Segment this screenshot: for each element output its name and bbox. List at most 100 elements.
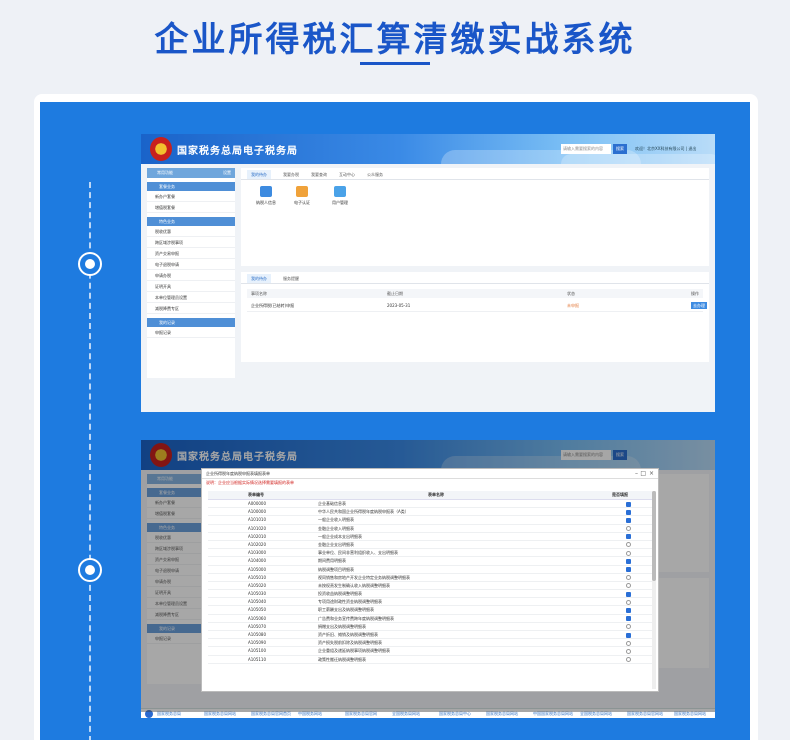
- form-code: A101010: [248, 517, 267, 523]
- checked-checkbox[interactable]: [626, 517, 631, 523]
- sidebar-group[interactable]: 套餐业务: [147, 182, 235, 191]
- sidebar-group[interactable]: 特色业务: [147, 217, 235, 226]
- form-code: A101020: [248, 525, 267, 531]
- unchecked-radio[interactable]: [626, 624, 631, 630]
- form-name: 金融企业收入明细表: [318, 525, 354, 531]
- tab-my-todo[interactable]: 我的待办: [247, 274, 271, 283]
- checked-checkbox[interactable]: [626, 616, 631, 622]
- tab-interact[interactable]: 互动中心: [335, 170, 359, 179]
- portal-screenshot-home: 国家税务总局电子税务局 请输入需要搜索的内容 搜索 欢迎！北京XX科技有限公司 …: [141, 134, 715, 412]
- form-select-dialog: 企业所得税年度纳税申报表填报表单 – □ × 说明：企业应当根据实际情况选择需要…: [201, 468, 659, 692]
- app-user-management[interactable]: 用户管理: [325, 186, 355, 206]
- timeline-dot-1: [78, 252, 102, 276]
- checked-checkbox[interactable]: [626, 558, 631, 564]
- sidebar-item[interactable]: 电子退税申请: [147, 259, 235, 270]
- table-row: A102010 一般企业成本支出明细表: [208, 533, 652, 541]
- sidebar-item[interactable]: 本单位管理员设置: [147, 292, 235, 303]
- form-name: 纳税调整项目明细表: [318, 566, 354, 572]
- search-button[interactable]: 搜索: [613, 144, 627, 154]
- form-name: 一般企业成本支出明细表: [318, 533, 362, 539]
- form-code: A105090: [248, 640, 267, 646]
- sidebar-item[interactable]: 资产交易申报: [147, 248, 235, 259]
- form-code: A105070: [248, 623, 267, 629]
- tab-handle[interactable]: 我要办税: [279, 170, 303, 179]
- form-name: 期间费用明细表: [318, 558, 346, 564]
- search-button[interactable]: 搜索: [613, 450, 627, 460]
- sidebar-item[interactable]: 增值税套餐: [147, 202, 235, 213]
- form-name: 政策性搬迁纳税调整明细表: [318, 656, 366, 662]
- form-code: A105080: [248, 632, 267, 637]
- tax-emblem-icon: [150, 137, 172, 161]
- checked-checkbox[interactable]: [626, 509, 631, 515]
- checked-checkbox[interactable]: [626, 632, 631, 638]
- sidebar-item[interactable]: 税收优惠: [147, 226, 235, 237]
- unchecked-radio[interactable]: [626, 657, 631, 663]
- form-name: 视同销售和房地产开发企业特定业务纳税调整明细表: [318, 574, 410, 580]
- checked-checkbox[interactable]: [626, 607, 631, 613]
- form-code: A105060: [248, 615, 267, 621]
- table-row: A105020 未按权责发生制确认收入纳税调整明细表: [208, 582, 652, 591]
- user-management-icon: [334, 186, 346, 197]
- dialog-scrollbar[interactable]: [652, 491, 656, 689]
- main-services: 我的待办 我要办税 我要查询 互动中心 公众服务 纳税人信息 电子认证 用户管理: [241, 168, 709, 266]
- sidebar-item[interactable]: 跨区域涉税事项: [147, 237, 235, 248]
- sidebar-item[interactable]: 减税降费专区: [147, 303, 235, 314]
- app-e-cert[interactable]: 电子认证: [287, 186, 317, 206]
- sidebar-group[interactable]: 我的记录: [147, 318, 235, 327]
- checked-checkbox[interactable]: [626, 534, 631, 540]
- form-table: 表单编号 表单名称 是否填报 A000000 企业基础信息表 A100000 中华人民…: [208, 491, 652, 664]
- sidebar-item[interactable]: 证明开具: [147, 281, 235, 292]
- tax-emblem-icon: [150, 443, 172, 467]
- showcase-area: 国家税务总局电子税务局 请输入需要搜索的内容 搜索 欢迎！北京XX科技有限公司 …: [40, 102, 750, 740]
- unchecked-radio[interactable]: [626, 599, 631, 605]
- table-row: A000000 企业基础信息表: [208, 500, 652, 509]
- sidebar-item[interactable]: 申报记录: [147, 327, 235, 338]
- app-taxpayer-info[interactable]: 纳税人信息: [251, 186, 281, 206]
- form-code: A102010: [248, 533, 267, 539]
- portal-title: 国家税务总局电子税务局: [177, 452, 298, 463]
- sidebar-item[interactable]: 申请办税: [147, 270, 235, 281]
- unchecked-radio[interactable]: [626, 640, 631, 646]
- sidebar-item[interactable]: 新办户套餐: [147, 191, 235, 202]
- table-row: A103000 事业单位、民间非营利组织收入、支出明细表: [208, 549, 652, 558]
- form-code: A105020: [248, 582, 267, 588]
- unchecked-radio[interactable]: [626, 550, 631, 556]
- search-input[interactable]: 请输入需要搜索的内容: [561, 450, 611, 460]
- tab-reminders[interactable]: 服务提醒: [279, 274, 303, 283]
- tab-todo[interactable]: 我的待办: [247, 170, 271, 179]
- form-name: 专项用途财政性资金纳税调整明细表: [318, 599, 382, 605]
- dialog-notice: 说明：企业应当根据实际情况选择需要填报的表单: [206, 480, 294, 485]
- table-row: A105050 职工薪酬支出及纳税调整明细表: [208, 606, 652, 615]
- table-row: A105000 纳税调整项目明细表: [208, 566, 652, 574]
- minimize-icon[interactable]: –: [635, 469, 638, 479]
- unchecked-radio[interactable]: [626, 526, 631, 532]
- unchecked-radio[interactable]: [626, 648, 631, 654]
- unchecked-radio[interactable]: [626, 575, 631, 581]
- checked-checkbox[interactable]: [626, 591, 631, 597]
- e-cert-icon: [296, 186, 308, 197]
- table-row: A105080 资产折旧、摊销及纳税调整明细表: [208, 631, 652, 640]
- unchecked-radio[interactable]: [626, 542, 631, 548]
- form-code: A105050: [248, 607, 267, 613]
- checked-checkbox[interactable]: [626, 567, 631, 572]
- search-input[interactable]: 请输入需要搜索的内容: [561, 144, 611, 154]
- form-code: A105110: [248, 656, 267, 662]
- sidebar-settings-button[interactable]: 设置: [223, 168, 231, 178]
- table-row: A101010 一般企业收入明细表: [208, 516, 652, 525]
- handle-button[interactable]: 去办理: [691, 302, 707, 309]
- checked-checkbox[interactable]: [626, 501, 631, 507]
- records-tabs: 我的待办 服务提醒: [241, 272, 709, 284]
- close-icon[interactable]: ×: [649, 469, 654, 479]
- form-table-body: A000000 企业基础信息表 A100000 中华人民共和国企业所得税年度纳税申报表…: [208, 500, 652, 664]
- form-name: 资产折旧、摊销及纳税调整明细表: [318, 632, 378, 637]
- maximize-icon[interactable]: □: [640, 469, 646, 479]
- unchecked-radio[interactable]: [626, 583, 631, 589]
- form-code: A105030: [248, 591, 267, 597]
- tab-query[interactable]: 我要查询: [307, 170, 331, 179]
- tab-public[interactable]: 公众服务: [363, 170, 387, 179]
- table-row: A104000 期间费用明细表: [208, 557, 652, 566]
- table-row: 企业所得税(已结转)申报 2023-05-31 未申报 去办理: [247, 300, 707, 312]
- user-info[interactable]: 欢迎！北京XX科技有限公司 | 退出: [635, 146, 696, 152]
- form-name: 投资收益纳税调整明细表: [318, 591, 362, 597]
- dialog-title: 企业所得税年度纳税申报表填报表单 – □ ×: [202, 469, 658, 479]
